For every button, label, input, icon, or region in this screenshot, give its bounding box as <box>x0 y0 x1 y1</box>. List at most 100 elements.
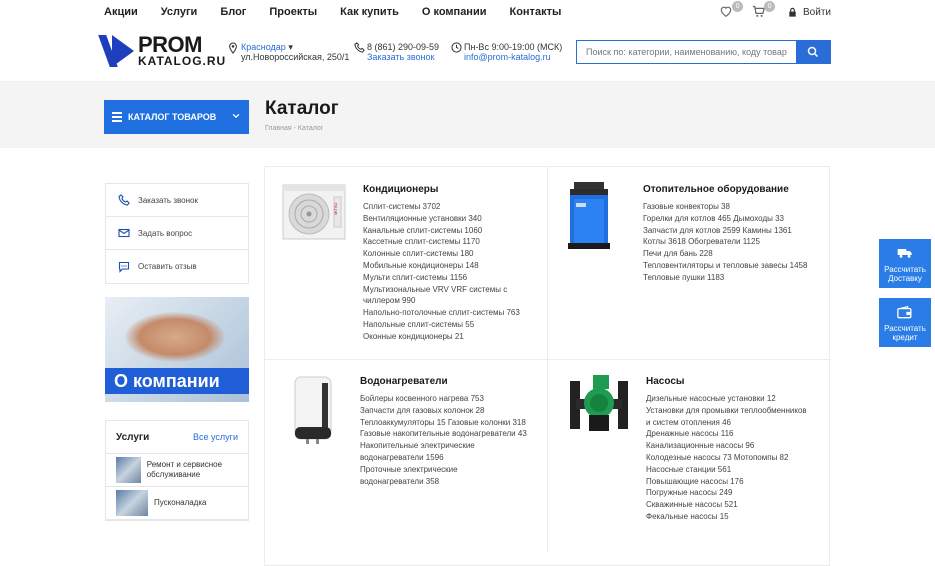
clock-icon <box>451 42 462 53</box>
subcategory-link[interactable]: водонагреватели 358 <box>360 476 527 488</box>
category-title[interactable]: Водонагреватели <box>360 376 448 387</box>
working-hours: Пн-Вс 9:00-19:00 (МСК) <box>464 42 563 52</box>
search-button[interactable] <box>796 41 830 63</box>
leave-review-label: Оставить отзыв <box>138 262 197 271</box>
subcategory-link[interactable]: Канальные сплит-системы 1060 <box>363 225 520 237</box>
about-company-banner[interactable]: О компании <box>105 297 249 402</box>
phone-icon <box>354 42 365 53</box>
about-company-caption: О компании <box>105 368 249 394</box>
nav-link-blog[interactable]: Блог <box>220 6 246 18</box>
subcategory-link[interactable]: Накопительные электрические <box>360 440 527 452</box>
subcategory-link[interactable]: чиллером 990 <box>363 295 520 307</box>
boiler-image[interactable] <box>568 181 610 251</box>
subcategory-link[interactable]: Тепловые пушки 1183 <box>643 272 807 284</box>
site-logo[interactable]: PROM KATALOG.RU <box>104 34 227 68</box>
search-input[interactable] <box>577 41 796 63</box>
leave-review-action[interactable]: Оставить отзыв <box>106 250 248 283</box>
calculate-credit-button[interactable]: Рассчитать кредит <box>879 298 931 347</box>
subcategory-link[interactable]: Печи для бань 228 <box>643 248 807 260</box>
lock-icon <box>789 7 796 17</box>
subcategory-link[interactable]: Насосные станции 561 <box>646 464 807 476</box>
chat-bubble-icon <box>118 261 130 273</box>
email-link[interactable]: info@prom-katalog.ru <box>464 52 562 62</box>
nav-link-contacts[interactable]: Контакты <box>509 6 561 18</box>
category-card-conditioners: MITSU Кондиционеры Сплит-системы 3702 Ве… <box>265 167 548 360</box>
subcategory-link[interactable]: Теплоаккумуляторы 15 Газовые колонки 318 <box>360 417 527 429</box>
subcategory-link[interactable]: Газовые конвекторы 38 <box>643 201 807 213</box>
subcategory-link[interactable]: Запчасти для газовых колонок 28 <box>360 405 527 417</box>
air-conditioner-image[interactable]: MITSU <box>282 183 346 241</box>
wallet-icon <box>897 306 912 319</box>
subcategory-link[interactable]: Колонные сплит-системы 180 <box>363 248 520 260</box>
logo-line2: KATALOG.RU <box>138 54 227 68</box>
order-call-action[interactable]: Заказать звонок <box>106 184 248 217</box>
service-item-commissioning[interactable]: Пусконаладка <box>106 487 248 520</box>
nav-link-about[interactable]: О компании <box>422 6 487 18</box>
subcategory-link[interactable]: Скважинные насосы 521 <box>646 499 807 511</box>
city-selector[interactable]: Краснодар <box>241 42 286 52</box>
subcategory-link[interactable]: Оконные кондиционеры 21 <box>363 331 520 343</box>
top-navigation: Акции Услуги Блог Проекты Как купить О к… <box>0 0 935 24</box>
subcategory-link[interactable]: Повышающие насосы 176 <box>646 476 807 488</box>
subcategory-link[interactable]: Газовые накопительные водонагреватели 43 <box>360 428 527 440</box>
phone-number[interactable]: 8 (861) 290-09-59 <box>367 42 439 52</box>
subcategory-link[interactable]: Мульти сплит-системы 1156 <box>363 272 520 284</box>
subcategory-link[interactable]: Котлы 3618 Обогреватели 1125 <box>643 236 807 248</box>
service-thumbnail <box>116 457 141 483</box>
callback-link[interactable]: Заказать звонок <box>367 52 439 62</box>
nav-link-how-to-buy[interactable]: Как купить <box>340 6 399 18</box>
catalog-button-label: КАТАЛОГ ТОВАРОВ <box>128 112 217 122</box>
subcategory-link[interactable]: и систем отопления 46 <box>646 417 807 429</box>
nav-link-promotions[interactable]: Акции <box>104 6 138 18</box>
category-title[interactable]: Кондиционеры <box>363 184 438 195</box>
subcategory-link[interactable]: Горелки для котлов 465 Дымоходы 33 <box>643 213 807 225</box>
subcategory-link[interactable]: Вентиляционные установки 340 <box>363 213 520 225</box>
subcategory-link[interactable]: Тепловентиляторы и тепловые завесы 1458 <box>643 260 807 272</box>
subcategory-link[interactable]: Мобильные кондиционеры 148 <box>363 260 520 272</box>
catalog-menu-button[interactable]: КАТАЛОГ ТОВАРОВ <box>104 100 249 134</box>
subcategory-list: Бойлеры косвенного нагрева 753 Запчасти … <box>360 393 527 487</box>
subcategory-link[interactable]: Канализационные насосы 96 <box>646 440 807 452</box>
cart-count-badge: 0 <box>764 1 776 12</box>
subcategory-link[interactable]: Колодезные насосы 73 Мотопомпы 82 <box>646 452 807 464</box>
services-box: Услуги Все услуги Ремонт и сервисное обс… <box>105 420 249 521</box>
pump-image[interactable] <box>566 373 632 437</box>
subcategory-link[interactable]: Дренажные насосы 116 <box>646 428 807 440</box>
menu-icon <box>112 110 122 124</box>
subcategory-link[interactable]: Фекальные насосы 15 <box>646 511 807 523</box>
subcategory-link[interactable]: Дизельные насосные установки 12 <box>646 393 807 405</box>
subcategory-link[interactable]: Напольные сплит-системы 55 <box>363 319 520 331</box>
category-title[interactable]: Отопительное оборудование <box>643 184 789 195</box>
sidebar-actions: Заказать звонок Задать вопрос Оставить о… <box>105 183 249 284</box>
subcategory-link[interactable]: Погружные насосы 249 <box>646 487 807 499</box>
nav-link-projects[interactable]: Проекты <box>269 6 317 18</box>
favorites-button[interactable]: 0 <box>719 1 744 20</box>
ask-question-action[interactable]: Задать вопрос <box>106 217 248 250</box>
subcategory-link[interactable]: Мультизональные VRV VRF системы с <box>363 284 520 296</box>
category-card-water-heaters: Водонагреватели Бойлеры косвенного нагре… <box>265 360 548 553</box>
subcategory-link[interactable]: Сплит-системы 3702 <box>363 201 520 213</box>
hours-block: Пн-Вс 9:00-19:00 (МСК) info@prom-katalog… <box>451 42 563 62</box>
subcategory-link[interactable]: Запчасти для котлов 2599 Камины 1361 <box>643 225 807 237</box>
all-services-link[interactable]: Все услуги <box>193 432 238 442</box>
category-title[interactable]: Насосы <box>646 376 684 387</box>
top-user-icons: 0 0 Войти <box>711 1 831 20</box>
breadcrumb-home[interactable]: Главная <box>265 125 292 132</box>
address-text: ул.Новороссийская, 250/1 <box>241 52 350 62</box>
subcategory-link[interactable]: Напольно-потолочные сплит-системы 763 <box>363 307 520 319</box>
breadcrumb-current: Каталог <box>297 125 324 132</box>
calculate-delivery-button[interactable]: Рассчитать Доставку <box>879 239 931 288</box>
subcategory-link[interactable]: Кассетные сплит-системы 1170 <box>363 236 520 248</box>
cart-button[interactable]: 0 <box>751 1 776 20</box>
subcategory-link[interactable]: Установки для промывки теплообменников <box>646 405 807 417</box>
subcategory-link[interactable]: водонагреватели 1596 <box>360 452 527 464</box>
service-item-repair[interactable]: Ремонт и сервисное обслуживание <box>106 454 248 487</box>
location-block: Краснодар ▾ ул.Новороссийская, 250/1 <box>229 42 350 62</box>
login-button[interactable]: Войти <box>787 7 831 18</box>
subcategory-link[interactable]: Проточные электрические <box>360 464 527 476</box>
water-heater-image[interactable] <box>292 375 334 445</box>
subcategory-link[interactable]: Бойлеры косвенного нагрева 753 <box>360 393 527 405</box>
services-title: Услуги <box>116 431 150 443</box>
nav-link-services[interactable]: Услуги <box>161 6 198 18</box>
location-pin-icon <box>229 42 237 54</box>
